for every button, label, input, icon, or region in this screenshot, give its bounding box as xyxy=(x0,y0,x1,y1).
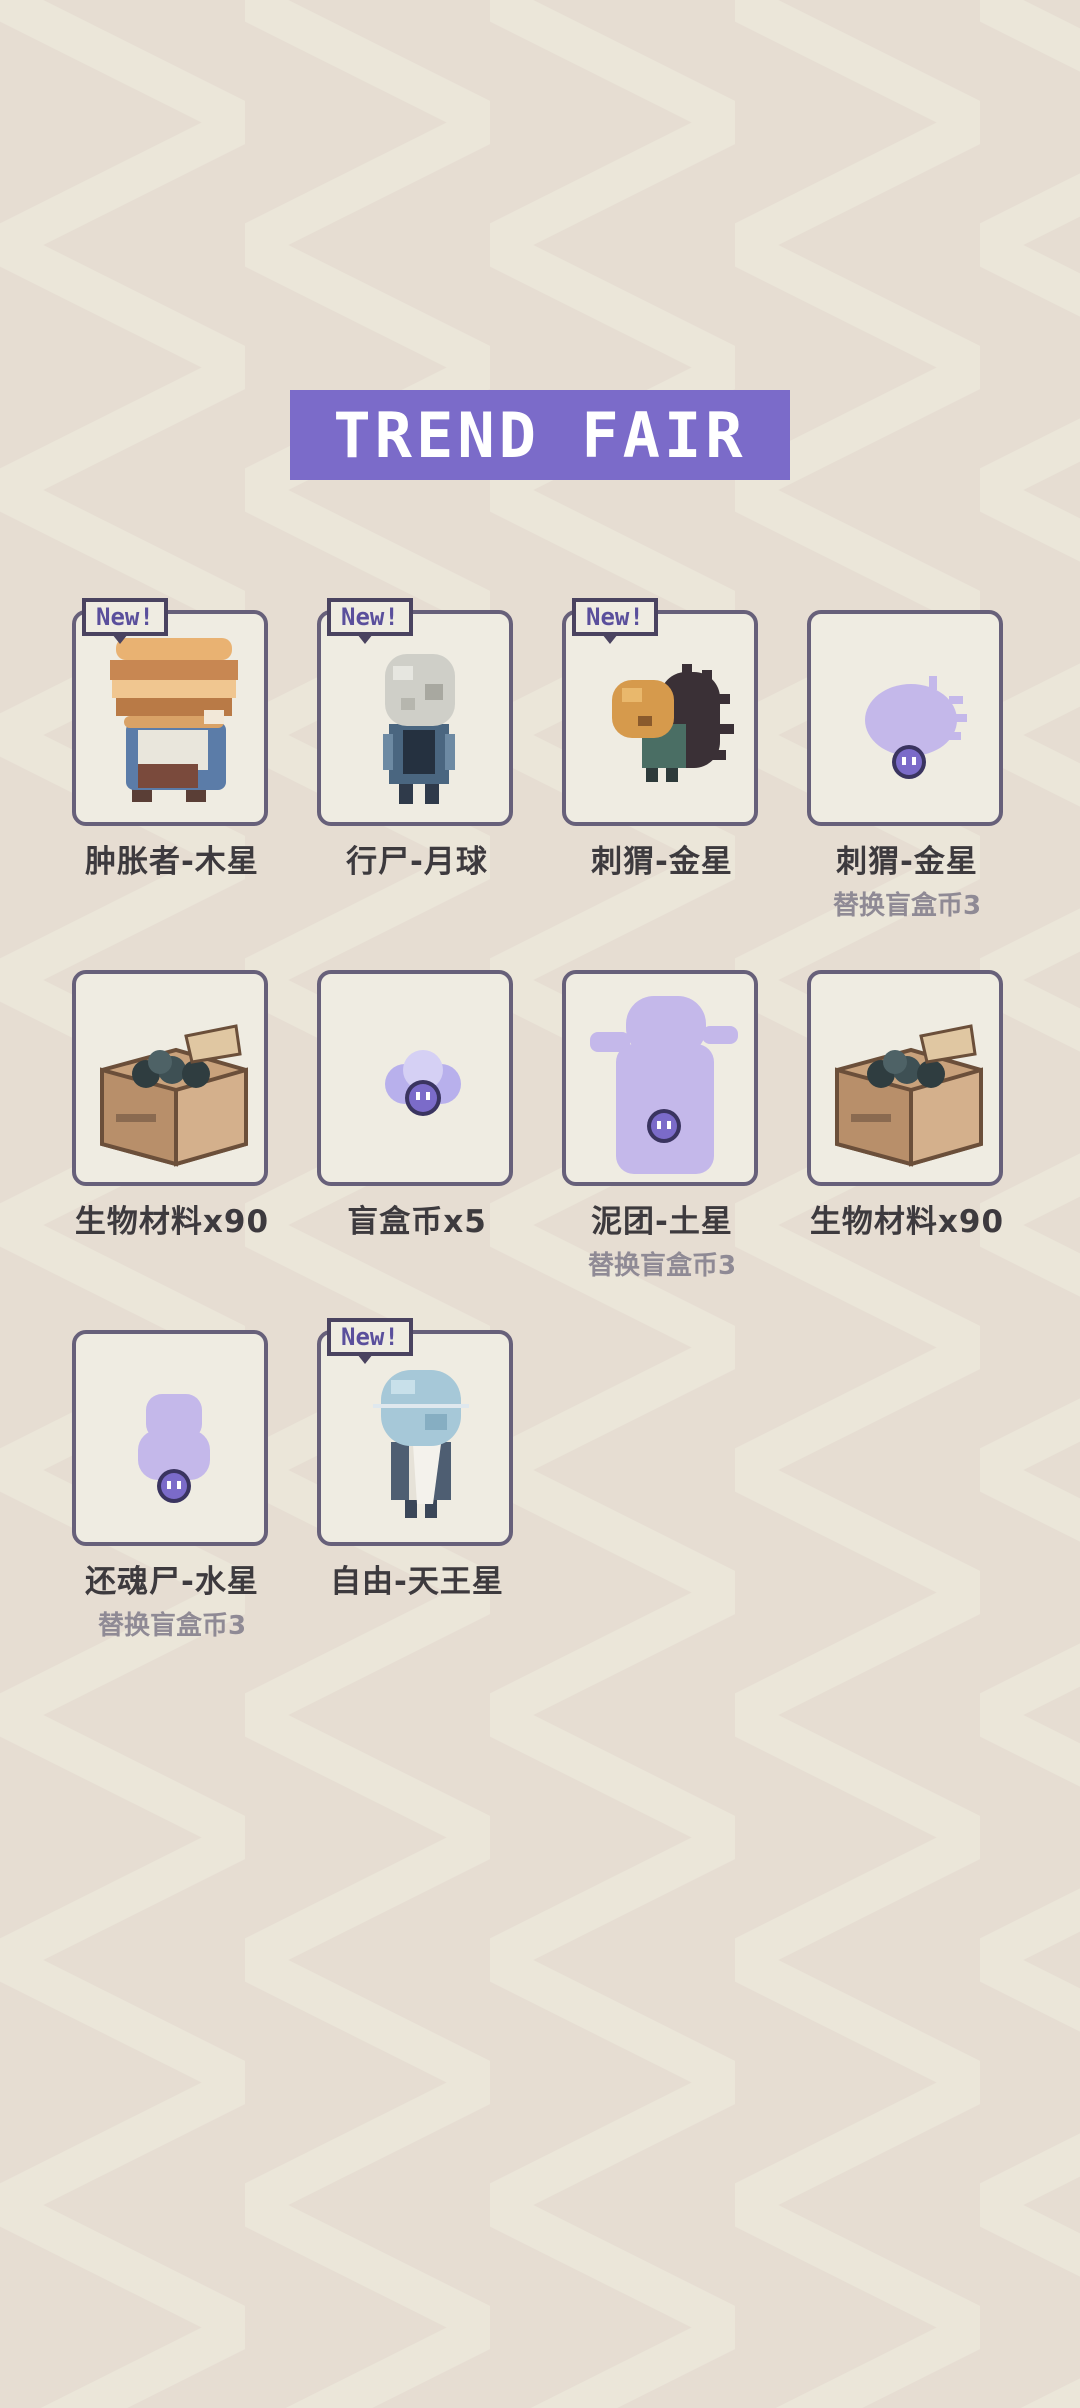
revenant-silhouette-icon xyxy=(138,1394,210,1503)
item-label: 肿胀者-木星 xyxy=(85,844,259,880)
item-cell[interactable]: 泥团-土星 替换盲盒币3 xyxy=(562,970,762,1282)
bio-material-box-icon xyxy=(100,1024,248,1167)
item-card[interactable] xyxy=(807,970,1003,1186)
item-cell[interactable]: New! 行尸-月球 xyxy=(317,598,517,881)
new-badge: New! xyxy=(572,598,658,644)
item-card[interactable]: New! xyxy=(72,598,268,826)
item-cell[interactable]: 盲盒币x5 xyxy=(317,970,517,1241)
mud-silhouette-icon xyxy=(590,996,738,1174)
venus-hedgehog-icon xyxy=(612,664,734,782)
item-card[interactable] xyxy=(317,970,513,1186)
new-badge: New! xyxy=(82,598,168,644)
new-badge: New! xyxy=(327,598,413,644)
blind-box-coins-icon xyxy=(385,1050,461,1116)
item-label: 还魂尸-水星 xyxy=(85,1564,259,1600)
item-card[interactable]: New! xyxy=(317,598,513,826)
item-cell[interactable]: 生物材料x90 xyxy=(807,970,1007,1241)
moon-zombie-icon xyxy=(383,654,455,804)
jupiter-zombie-icon xyxy=(110,638,238,802)
item-cell[interactable]: New! 自由-天王星 xyxy=(317,1318,517,1601)
item-cell[interactable]: 刺猬-金星 替换盲盒币3 xyxy=(807,610,1007,922)
item-card[interactable]: New! xyxy=(562,598,758,826)
item-cell[interactable]: New! 刺猬-金星 xyxy=(562,598,762,881)
item-label: 泥团-土星 xyxy=(591,1204,733,1240)
item-label: 行尸-月球 xyxy=(346,844,488,880)
item-card[interactable] xyxy=(72,1330,268,1546)
item-cell[interactable]: New! 肿胀者-木星 xyxy=(72,598,272,881)
item-label: 刺猬-金星 xyxy=(591,844,733,880)
hedgehog-silhouette-icon xyxy=(865,676,967,779)
item-cell[interactable]: 还魂尸-水星 替换盲盒币3 xyxy=(72,1330,272,1642)
item-card[interactable]: New! xyxy=(317,1318,513,1546)
item-card[interactable] xyxy=(562,970,758,1186)
item-cell[interactable]: 生物材料x90 xyxy=(72,970,272,1241)
item-label: 刺猬-金星 xyxy=(836,844,978,880)
exchange-note: 替换盲盒币3 xyxy=(832,891,982,921)
item-label: 自由-天王星 xyxy=(330,1564,504,1600)
new-badge: New! xyxy=(327,1318,413,1364)
item-card[interactable] xyxy=(72,970,268,1186)
bio-material-box-icon xyxy=(835,1024,983,1167)
exchange-note: 替换盲盒币3 xyxy=(97,1611,247,1641)
item-grid: New! 肿胀者-木星 New! 行尸-月球 New! 刺猬-金星 刺猬-金星 … xyxy=(0,0,1080,2408)
item-label: 盲盒币x5 xyxy=(347,1204,487,1240)
exchange-note: 替换盲盒币3 xyxy=(587,1251,737,1281)
uranus-freedom-icon xyxy=(373,1370,469,1518)
item-card[interactable] xyxy=(807,610,1003,826)
item-label: 生物材料x90 xyxy=(809,1204,1005,1240)
item-label: 生物材料x90 xyxy=(74,1204,270,1240)
